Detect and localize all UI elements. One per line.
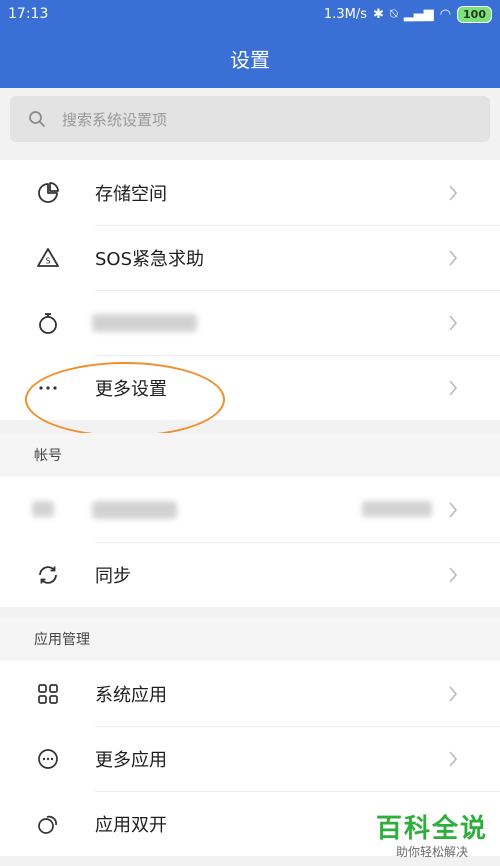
- dual-apps-label: 应用双开: [95, 814, 167, 836]
- chevron-right-icon: [448, 377, 460, 399]
- more-apps-item[interactable]: 更多应用: [0, 726, 500, 791]
- net-speed: 1.3M/s: [323, 6, 367, 22]
- system-apps-label: 系统应用: [95, 684, 167, 706]
- sos-label: SOS紧急求助: [95, 248, 205, 270]
- svg-text:S: S: [45, 256, 50, 265]
- highlight-oval: [25, 362, 225, 437]
- status-bar: 17:13 1.3M/s ✱ ⍉ ▂▄▆ ◠ 100: [0, 0, 500, 28]
- settings-section-account: 同步: [0, 477, 500, 607]
- title-bar: 设置: [0, 28, 500, 88]
- storage-label: 存储空间: [95, 183, 167, 205]
- battery-icon: 100: [457, 5, 492, 23]
- chevron-right-icon: [448, 182, 460, 204]
- blurred-label: [92, 314, 197, 332]
- account-header-label: 帐号: [34, 448, 62, 464]
- watermark-logo: 百科全说 助你轻松解决: [376, 808, 488, 860]
- sync-item[interactable]: 同步: [0, 542, 500, 607]
- mute-icon: ⍉: [389, 6, 398, 22]
- storage-item[interactable]: 存储空间: [0, 160, 500, 225]
- more-apps-label: 更多应用: [95, 749, 167, 771]
- stopwatch-icon: [34, 309, 62, 337]
- account-name-blurred: [92, 501, 177, 519]
- grid-icon: [34, 680, 62, 708]
- apps-section-header: 应用管理: [0, 617, 500, 661]
- system-apps-item[interactable]: 系统应用: [0, 661, 500, 726]
- chevron-right-icon: [448, 312, 460, 334]
- account-id-blurred: [362, 501, 432, 517]
- search-input[interactable]: 搜索系统设置项: [10, 96, 490, 142]
- account-section-header: 帐号: [0, 433, 500, 477]
- sync-icon: [34, 561, 62, 589]
- account-icon: [32, 501, 54, 517]
- search-placeholder: 搜索系统设置项: [62, 110, 168, 129]
- watermark-title: 百科全说: [375, 814, 488, 844]
- dual-app-icon: [34, 810, 62, 838]
- chevron-right-icon: [448, 683, 460, 705]
- sync-label: 同步: [95, 565, 131, 587]
- search-icon: [28, 109, 48, 129]
- watermark-subtitle: 助你轻松解决: [395, 845, 468, 859]
- wifi-icon: ◠: [439, 6, 452, 22]
- chevron-right-icon: [448, 748, 460, 770]
- page-title: 设置: [230, 47, 270, 72]
- apps-header-label: 应用管理: [34, 632, 90, 648]
- signal-icon: ▂▄▆: [403, 6, 434, 22]
- chevron-right-icon: [448, 499, 460, 521]
- blurred-item[interactable]: [0, 290, 500, 355]
- bluetooth-icon: ✱: [372, 6, 384, 22]
- sos-item[interactable]: S SOS紧急求助: [0, 225, 500, 290]
- more-circle-icon: [34, 745, 62, 773]
- account-item[interactable]: [0, 477, 500, 542]
- status-icons: 1.3M/s ✱ ⍉ ▂▄▆ ◠ 100: [323, 5, 492, 23]
- pie-chart-icon: [34, 179, 62, 207]
- search-area: 搜索系统设置项: [0, 88, 500, 152]
- status-time: 17:13: [8, 6, 49, 22]
- chevron-right-icon: [448, 247, 460, 269]
- sos-warning-icon: S: [34, 244, 62, 272]
- chevron-right-icon: [448, 564, 460, 586]
